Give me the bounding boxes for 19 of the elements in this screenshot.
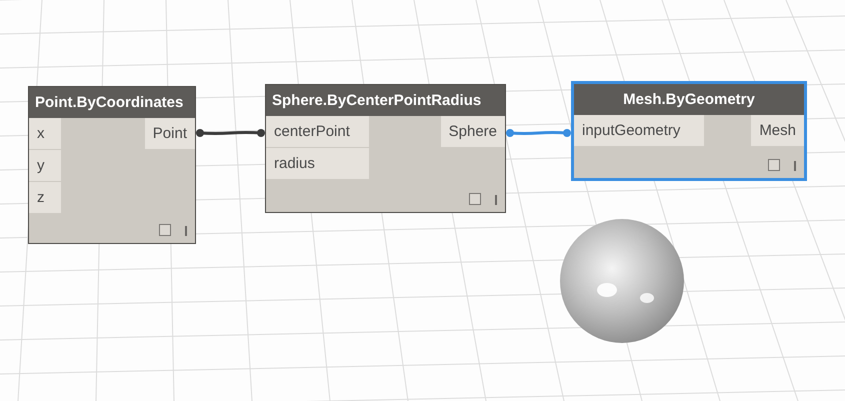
checkbox-icon[interactable] [159,224,171,236]
input-port[interactable]: x [29,118,61,149]
node-title: Mesh.ByGeometry [574,84,804,115]
input-port[interactable]: centerPoint [266,116,369,147]
input-port[interactable]: z [29,182,61,213]
node-card[interactable]: Mesh.ByGeometry inputGeometry Mesh [571,81,807,181]
output-port[interactable]: Mesh [751,115,804,146]
node-card[interactable]: Point.ByCoordinates x y z Point [28,86,196,244]
node-title: Sphere.ByCenterPointRadius [266,85,505,116]
input-port[interactable]: inputGeometry [574,115,704,146]
checkbox-icon[interactable] [469,193,481,205]
connector-wire[interactable] [196,129,265,137]
input-port[interactable]: radius [266,148,369,179]
output-port[interactable]: Point [144,118,195,149]
output-port[interactable]: Sphere [440,116,505,147]
checkbox-icon[interactable] [768,159,780,171]
node-card[interactable]: Sphere.ByCenterPointRadius centerPoint radius Sphere [265,84,506,213]
node-title: Point.ByCoordinates [29,87,195,118]
input-port[interactable]: y [29,150,61,181]
